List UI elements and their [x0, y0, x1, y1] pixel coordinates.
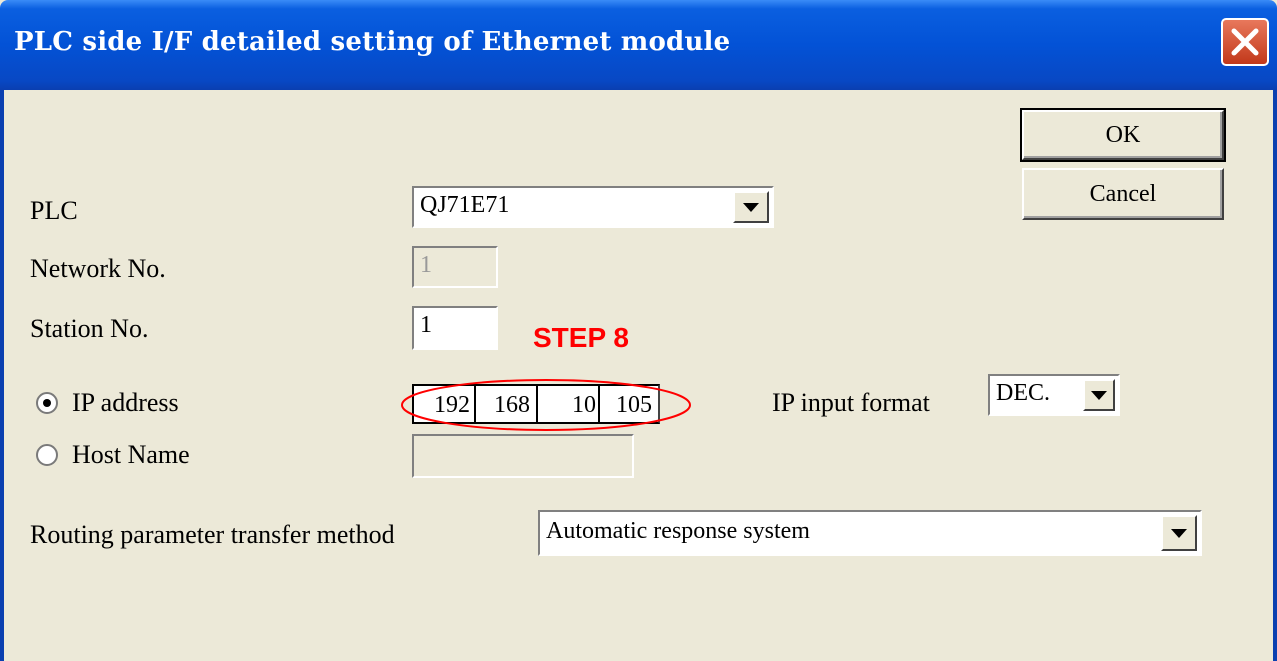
window-title: PLC side I/F detailed setting of Etherne… — [14, 27, 731, 57]
chevron-down-icon — [1171, 529, 1187, 538]
routing-dropdown-button[interactable] — [1161, 515, 1197, 551]
ip-input-format-label: IP input format — [772, 388, 930, 417]
host-name-field — [412, 434, 634, 478]
highlight-ellipse — [401, 379, 691, 431]
close-icon — [1231, 28, 1259, 56]
title-bar: PLC side I/F detailed setting of Etherne… — [0, 0, 1277, 90]
ok-button[interactable]: OK — [1020, 108, 1226, 162]
plc-select[interactable]: QJ71E71 — [412, 186, 774, 228]
station-no-field[interactable]: 1 — [412, 306, 498, 350]
routing-select-value: Automatic response system — [546, 518, 810, 544]
plc-label: PLC — [30, 196, 78, 225]
station-no-label: Station No. — [30, 314, 149, 343]
radio-selected-dot — [43, 399, 51, 407]
routing-label: Routing parameter transfer method — [30, 520, 395, 549]
ip-input-format-select[interactable]: DEC. — [988, 374, 1120, 416]
station-no-value: 1 — [420, 312, 432, 338]
host-name-label: Host Name — [72, 440, 190, 469]
network-no-value: 1 — [420, 252, 432, 278]
close-button[interactable] — [1221, 18, 1269, 66]
network-no-field: 1 — [412, 246, 498, 288]
cancel-button[interactable]: Cancel — [1022, 168, 1224, 220]
ip-address-label: IP address — [72, 388, 179, 417]
plc-dropdown-button[interactable] — [733, 191, 769, 223]
step-annotation: STEP 8 — [533, 322, 629, 353]
plc-select-value: QJ71E71 — [420, 192, 510, 218]
routing-select[interactable]: Automatic response system — [538, 510, 1202, 556]
ip-address-radio[interactable] — [36, 392, 58, 414]
host-name-radio[interactable] — [36, 444, 58, 466]
network-no-label: Network No. — [30, 254, 166, 283]
ip-format-dropdown-button[interactable] — [1083, 379, 1115, 411]
ip-input-format-value: DEC. — [996, 380, 1050, 406]
chevron-down-icon — [743, 203, 759, 212]
chevron-down-icon — [1091, 391, 1107, 400]
